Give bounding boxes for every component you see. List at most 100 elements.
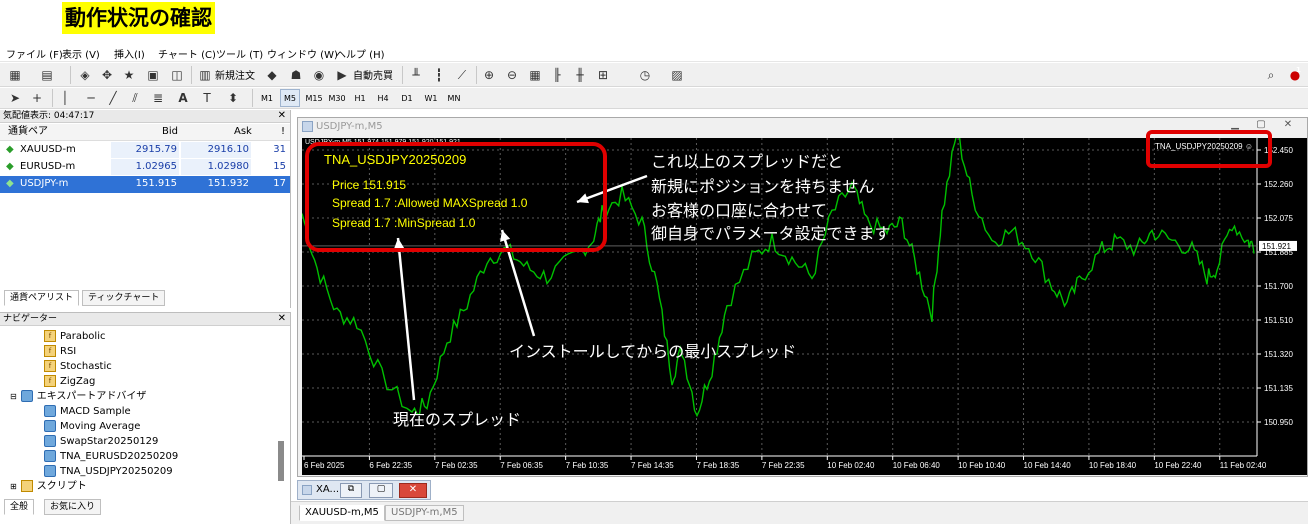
text-icon[interactable]: A [174, 89, 192, 107]
timeframe-d1[interactable]: D1 [397, 89, 417, 107]
menu-file[interactable]: ファイル (F) [6, 46, 63, 61]
timeframe-w1[interactable]: W1 [421, 89, 441, 107]
tab-xauusd-chart[interactable]: XAUUSD-m,M5 [299, 505, 385, 521]
market-icon[interactable]: ◉ [310, 66, 328, 84]
vertical-line-icon[interactable]: │ [56, 89, 74, 107]
close-icon[interactable]: ✕ [278, 313, 286, 324]
column-ask[interactable]: Ask [234, 124, 252, 140]
bar-chart-icon[interactable]: ╨ [407, 66, 425, 84]
data-window-icon[interactable]: ✥ [98, 66, 116, 84]
tree-item-label: RSI [60, 346, 77, 357]
x-tick-label: 7 Feb 14:35 [631, 461, 674, 470]
up-arrow-icon: ◆ [6, 178, 14, 189]
fibonacci-icon[interactable]: ≣ [149, 89, 167, 107]
timeframe-m15[interactable]: M15 [304, 89, 324, 107]
new-order-icon[interactable]: ▥ [196, 66, 214, 84]
tab-tick-chart[interactable]: ティックチャート [82, 290, 166, 306]
menu-view[interactable]: 表示 (V) [62, 46, 100, 61]
tree-item-expert[interactable]: SwapStar20250129 [44, 434, 158, 449]
minimized-chart-window[interactable]: XA... ⧉ ▢ ✕ [297, 480, 431, 500]
horizontal-line-icon[interactable]: ─ [82, 89, 100, 107]
periods-icon[interactable]: ◷ [636, 66, 654, 84]
line-chart-icon[interactable]: ⟋ [453, 66, 471, 84]
tree-item-expert[interactable]: TNA_EURUSD20250209 [44, 449, 178, 464]
timeframe-m30[interactable]: M30 [327, 89, 347, 107]
tree-item-expert[interactable]: MACD Sample [44, 404, 131, 419]
y-tick-label: 151.510 [1264, 316, 1293, 325]
tree-item-rsi[interactable]: f RSI [44, 344, 76, 359]
crosshair-icon[interactable]: + [28, 89, 46, 107]
maximize-icon[interactable]: ▢ [369, 483, 393, 498]
profiles-icon[interactable]: ▤ [38, 66, 56, 84]
navigator-panel: ナビゲーター ✕ f Parabolic f RSI f Stochastic f Zi… [0, 312, 291, 524]
tree-item-expert[interactable]: Moving Average [44, 419, 140, 434]
menu-chart[interactable]: チャート (C) [158, 46, 216, 61]
annotation-current-spread: 現在のスプレッド [393, 410, 522, 429]
timeframe-mn[interactable]: MN [444, 89, 464, 107]
templates-icon[interactable]: ▨ [668, 66, 686, 84]
strategy-tester-icon[interactable]: ◫ [168, 66, 186, 84]
table-row[interactable]: ◆ XAUUSD-m 2915.79 2916.10 31 [0, 142, 290, 159]
new-order-button[interactable]: 新規注文 [215, 67, 255, 82]
menu-help[interactable]: ヘルプ (H) [336, 46, 385, 61]
terminal-icon[interactable]: ▣ [144, 66, 162, 84]
page-title: 動作状況の確認 [62, 2, 215, 34]
tab-usdjpy-chart[interactable]: USDJPY-m,M5 [385, 505, 464, 521]
expand-icon[interactable]: ⊞ [10, 482, 17, 491]
indicators-icon[interactable]: ⊞ [594, 66, 612, 84]
search-icon[interactable]: ⌕ [1262, 66, 1280, 84]
market-watch-icon[interactable]: ◈ [76, 66, 94, 84]
channel-icon[interactable]: ⫽ [126, 89, 144, 107]
timeframe-h4[interactable]: H4 [373, 89, 393, 107]
navigator-icon[interactable]: ★ [120, 66, 138, 84]
zoom-in-icon[interactable]: ⊕ [480, 66, 498, 84]
tab-general[interactable]: 全般 [4, 499, 35, 515]
zoom-out-icon[interactable]: ⊖ [503, 66, 521, 84]
text-label-icon[interactable]: T [198, 89, 216, 107]
trendline-icon[interactable]: ╱ [104, 89, 122, 107]
column-spread[interactable]: ! [281, 124, 285, 140]
column-bid[interactable]: Bid [162, 124, 178, 140]
tree-item-zigzag[interactable]: f ZigZag [44, 374, 95, 389]
auto-trading-button[interactable]: 自動売買 [353, 67, 393, 82]
tree-item-stochastic[interactable]: f Stochastic [44, 359, 112, 374]
timeframe-m1[interactable]: M1 [257, 89, 277, 107]
symbol-cell: XAUUSD-m [20, 144, 76, 155]
close-icon[interactable]: ✕ [399, 483, 427, 498]
tree-folder-scripts[interactable]: ⊞ スクリプト [10, 479, 87, 494]
menu-bar: ファイル (F) 表示 (V) 挿入(I) チャート (C) ツール (T) ウ… [0, 43, 1308, 62]
metaeditor-icon[interactable]: ◆ [263, 66, 281, 84]
auto-scroll-icon[interactable]: ╫ [571, 66, 589, 84]
close-icon[interactable]: ✕ [278, 110, 286, 121]
new-chart-icon[interactable]: ▦ [6, 66, 24, 84]
tab-favorites[interactable]: お気に入り [44, 499, 102, 515]
price-chart[interactable]: 152.450 152.260 152.075 151.885 151.700 151.5… [302, 130, 1307, 475]
tab-symbols[interactable]: 通貨ペアリスト [4, 290, 80, 306]
auto-trading-icon[interactable]: ▶ [333, 66, 351, 84]
timeframe-m5[interactable]: M5 [280, 89, 300, 107]
cursor-icon[interactable]: ➤ [6, 89, 24, 107]
tree-item-label: Parabolic [60, 331, 106, 342]
signals-icon[interactable]: ☗ [287, 66, 305, 84]
tree-folder-experts[interactable]: ⊟ エキスパートアドバイザ [10, 389, 146, 404]
tree-item-parabolic[interactable]: f Parabolic [44, 329, 105, 344]
arrows-icon[interactable]: ⬍ [224, 89, 242, 107]
menu-tools[interactable]: ツール (T) [216, 46, 263, 61]
scrollbar-thumb[interactable] [278, 441, 284, 481]
restore-icon[interactable]: ⧉ [340, 483, 362, 498]
menu-insert[interactable]: 挿入(I) [114, 46, 145, 61]
tree-item-expert[interactable]: TNA_USDJPY20250209 [44, 464, 173, 479]
expert-icon [44, 450, 56, 462]
script-folder-icon [20, 480, 33, 492]
timeframe-h1[interactable]: H1 [350, 89, 370, 107]
collapse-icon[interactable]: ⊟ [10, 392, 17, 401]
candlestick-icon[interactable]: ┇ [430, 66, 448, 84]
notification-icon[interactable]: ● [1286, 66, 1304, 84]
table-row[interactable]: ◆ EURUSD-m 1.02965 1.02980 15 [0, 159, 290, 176]
chart-shift-icon[interactable]: ╟ [548, 66, 566, 84]
column-symbol[interactable]: 通貨ペア [8, 124, 48, 140]
menu-window[interactable]: ウィンドウ (W) [267, 46, 338, 61]
table-row-selected[interactable]: ◆ USDJPY-m 151.915 151.932 17 [0, 176, 290, 193]
tile-windows-icon[interactable]: ▦ [526, 66, 544, 84]
close-icon[interactable]: ✕ [1279, 119, 1297, 134]
